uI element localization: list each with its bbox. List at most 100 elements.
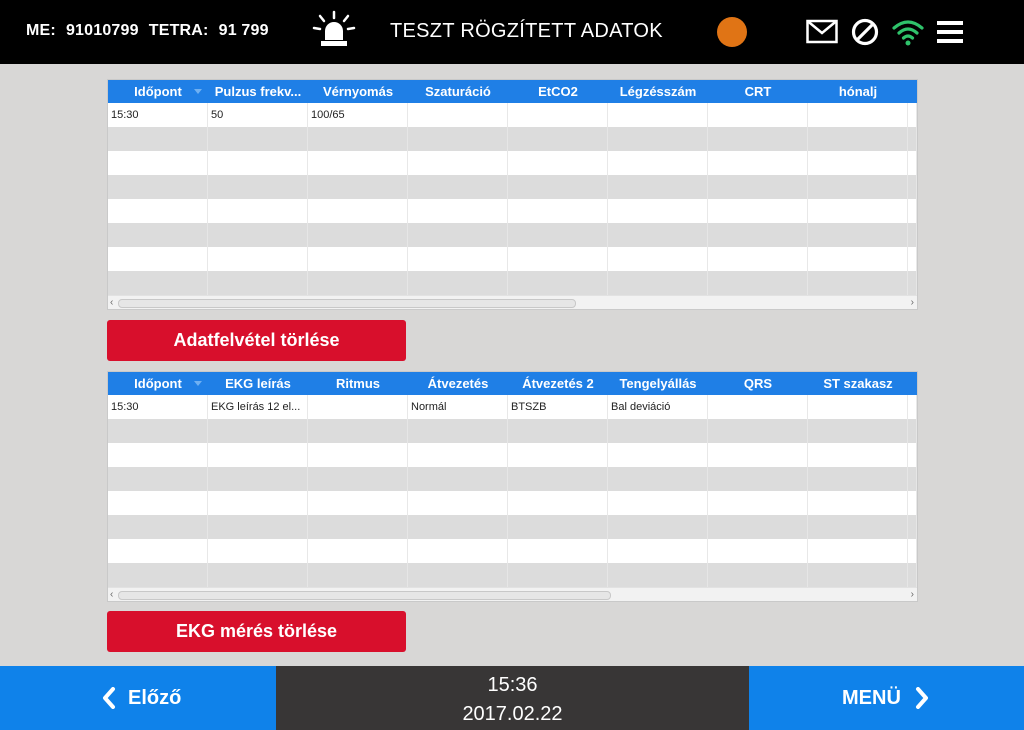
scroll-right-icon[interactable]: › [911, 588, 914, 601]
table-cell [308, 563, 408, 587]
column-header-axis[interactable]: Tengelyállás [608, 372, 708, 395]
table-cell [608, 151, 708, 175]
table-cell [208, 199, 308, 223]
column-header-conduction[interactable]: Átvezetés [408, 372, 508, 395]
table-cell [408, 223, 508, 247]
table-row[interactable] [108, 127, 917, 151]
table-cell [708, 127, 808, 151]
table-cell [108, 539, 208, 563]
table-cell: BTSZB [508, 395, 608, 419]
table-cell: EKG leírás 12 el... [208, 395, 308, 419]
table-row[interactable] [108, 271, 917, 295]
table-cell [808, 199, 908, 223]
table-cell [608, 223, 708, 247]
scroll-left-icon[interactable]: ‹ [110, 296, 113, 309]
table-cell [308, 199, 408, 223]
mail-icon[interactable] [806, 17, 838, 47]
delete-ekg-button[interactable]: EKG mérés törlése [107, 611, 406, 652]
table-cell [308, 395, 408, 419]
table-row[interactable] [108, 515, 917, 539]
wifi-icon[interactable] [892, 17, 924, 47]
table-cell [308, 491, 408, 515]
table-row[interactable]: 15:30 EKG leírás 12 el... Normál BTSZB Bal d… [108, 395, 917, 419]
column-header-pulse[interactable]: Pulzus frekv... [208, 80, 308, 103]
no-entry-icon[interactable] [850, 17, 880, 47]
table-cell [208, 247, 308, 271]
menu-button[interactable]: MENÜ [749, 666, 1024, 730]
table-cell [508, 419, 608, 443]
column-header-st-segment[interactable]: ST szakasz [808, 372, 908, 395]
table-row[interactable] [108, 175, 917, 199]
column-header-qrs[interactable]: QRS [708, 372, 808, 395]
column-header-saturation[interactable]: Szaturáció [408, 80, 508, 103]
sort-down-icon [194, 381, 202, 386]
table-cell [408, 199, 508, 223]
table-row[interactable]: 15:30 50 100/65 [108, 103, 917, 127]
table-cell [408, 103, 508, 127]
table-row[interactable] [108, 539, 917, 563]
table-cell [808, 539, 908, 563]
table-cell [508, 151, 608, 175]
table-cell [808, 467, 908, 491]
column-header-time[interactable]: Időpont [108, 80, 208, 103]
column-header-blood-pressure[interactable]: Vérnyomás [308, 80, 408, 103]
table-cell [208, 539, 308, 563]
previous-button[interactable]: Előző [0, 666, 276, 730]
ekg-table[interactable]: Időpont EKG leírás Ritmus Átvezetés Átve… [107, 371, 918, 602]
table-cell [308, 419, 408, 443]
table-cell [508, 271, 608, 295]
column-header-crt[interactable]: CRT [708, 80, 808, 103]
table-row[interactable] [108, 247, 917, 271]
delete-vitals-button[interactable]: Adatfelvétel törlése [107, 320, 406, 361]
column-header-respiration[interactable]: Légzésszám [608, 80, 708, 103]
table-cell [208, 563, 308, 587]
scroll-left-icon[interactable]: ‹ [110, 588, 113, 601]
table-cell [708, 491, 808, 515]
table-row[interactable] [108, 223, 917, 247]
table-cell [708, 247, 808, 271]
scrollbar-thumb[interactable] [118, 591, 611, 600]
scrollbar-thumb[interactable] [118, 299, 576, 308]
table-row[interactable] [108, 443, 917, 467]
page-title: TESZT RÖGZÍTETT ADATOK [390, 20, 663, 42]
horizontal-scrollbar[interactable]: ‹ › [108, 295, 917, 309]
current-date: 2017.02.22 [462, 703, 563, 725]
hamburger-menu-icon[interactable] [936, 17, 964, 47]
table-cell [608, 175, 708, 199]
table-cell [308, 151, 408, 175]
table-cell [708, 467, 808, 491]
table-cell [208, 419, 308, 443]
table-row[interactable] [108, 491, 917, 515]
menu-label: MENÜ [842, 687, 901, 709]
column-header-axilla[interactable]: hónalj [808, 80, 908, 103]
table-row[interactable] [108, 419, 917, 443]
scroll-right-icon[interactable]: › [911, 296, 914, 309]
table-row[interactable] [108, 151, 917, 175]
column-header-time[interactable]: Időpont [108, 372, 208, 395]
table-cell [608, 491, 708, 515]
horizontal-scrollbar[interactable]: ‹ › [108, 587, 917, 601]
table-cell: 100/65 [308, 103, 408, 127]
table-cell [108, 151, 208, 175]
table-cell [708, 223, 808, 247]
status-indicator[interactable] [717, 17, 747, 47]
vitals-table-body: 15:30 50 100/65 [108, 103, 917, 295]
column-header-rhythm[interactable]: Ritmus [308, 372, 408, 395]
table-cell [108, 175, 208, 199]
table-cell [408, 151, 508, 175]
table-cell [808, 515, 908, 539]
table-cell [308, 127, 408, 151]
table-row[interactable] [108, 563, 917, 587]
table-cell [408, 491, 508, 515]
vitals-table[interactable]: Időpont Pulzus frekv... Vérnyomás Szatur… [107, 79, 918, 310]
table-cell [808, 223, 908, 247]
current-time: 15:36 [487, 674, 538, 696]
table-row[interactable] [108, 199, 917, 223]
table-cell [708, 271, 808, 295]
column-header-ekg-description[interactable]: EKG leírás [208, 372, 308, 395]
column-header-conduction-2[interactable]: Átvezetés 2 [508, 372, 608, 395]
table-cell [108, 443, 208, 467]
column-header-etco2[interactable]: EtCO2 [508, 80, 608, 103]
table-cell [108, 223, 208, 247]
table-row[interactable] [108, 467, 917, 491]
